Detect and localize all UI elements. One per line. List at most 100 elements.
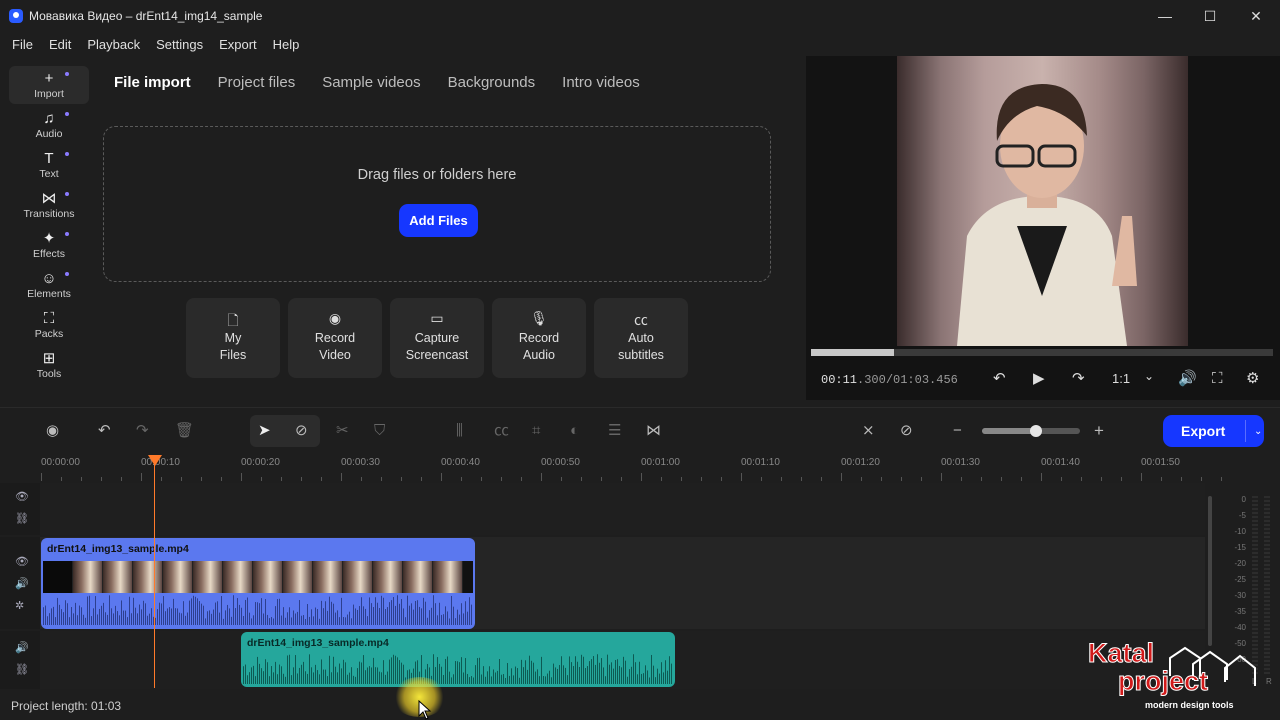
transitions-icon: ⋈ [41,190,57,207]
menu-edit[interactable]: Edit [41,37,79,52]
waveform-bar [263,613,264,625]
smiley-icon: ☺ [41,270,57,287]
sidebar-item-import[interactable]: + Import [9,66,89,104]
color-adjust-icon[interactable]: ◐ [570,422,579,440]
zoom-slider-handle[interactable] [1029,425,1042,437]
timeline-ruler[interactable]: 00:00:00 00:00:10 00:00:20 00:00:30 00:00:40… [0,453,1222,483]
eraser-tool-icon[interactable]: ⊘ [295,422,308,440]
chevron-down-icon[interactable]: ⌄ [1254,426,1262,437]
waveform-bar [281,666,282,684]
waveform-bar [313,616,314,625]
fullscreen-icon[interactable]: ⛶ [1212,369,1223,389]
ruler-tick [841,473,842,481]
sidebar-item-effects[interactable]: ✦ Effects [9,226,89,264]
waveform-bar [377,667,378,684]
export-button[interactable]: Export ⌄ [1163,415,1264,447]
waveform-bar [393,597,394,625]
capture-screencast-button[interactable]: ▭ Capture Screencast [390,298,484,378]
tab-project-files[interactable]: Project files [218,74,296,94]
waveform-bar [251,667,252,684]
waveform-bar [245,599,246,625]
ruler-tick [801,477,802,481]
zoom-in-icon[interactable]: + [1094,422,1104,440]
export-label: Export [1181,423,1226,439]
select-tool-icon[interactable]: ➤ [258,422,271,440]
play-icon[interactable]: ▶ [1033,369,1045,389]
minimize-button[interactable]: — [1142,0,1188,32]
menu-playback[interactable]: Playback [79,37,148,52]
captions-icon[interactable]: ㏄ [494,422,509,440]
scissors-icon[interactable]: ✂ [336,422,349,440]
settings-gear-icon[interactable]: ⚙ [1246,369,1259,389]
sliders-icon[interactable]: ☰ [608,422,621,440]
transition-icon[interactable]: ⋈ [646,422,661,440]
file-drop-zone[interactable]: Drag files or folders here Add Files [103,126,771,282]
auto-subtitles-button[interactable]: ㏄ Auto subtitles [594,298,688,378]
waveform-bar [85,617,86,625]
waveform-bar [613,668,614,684]
speaker-icon[interactable]: 🔊 [15,577,29,590]
tab-intro-videos[interactable]: Intro videos [562,74,640,94]
waveform-bar [597,654,598,684]
speaker-icon[interactable]: 🔊 [15,641,29,654]
sidebar-item-audio[interactable]: ♫ Audio [9,106,89,144]
ruler-tick [661,477,662,481]
ruler-tick [521,477,522,481]
my-files-button[interactable]: 🗋 My Files [186,298,280,378]
sidebar-item-label: Text [39,168,59,180]
undo-icon[interactable]: ↶ [993,369,1006,389]
menu-help[interactable]: Help [265,37,308,52]
menu-export[interactable]: Export [211,37,265,52]
clip-thumbnail [433,561,463,593]
tab-sample-videos[interactable]: Sample videos [322,74,420,94]
video-preview[interactable] [897,56,1188,346]
sidebar-item-transitions[interactable]: ⋈ Transitions [9,186,89,224]
crop-icon[interactable]: ⌗ [532,422,540,440]
overlay-track[interactable]: 👁 ⛓ [0,483,1205,535]
eye-icon[interactable]: 👁 [15,555,29,568]
unlink-icon[interactable]: ⊘ [900,422,913,440]
trash-icon[interactable]: 🗑 [175,422,194,440]
eye-icon[interactable]: 👁 [15,490,29,503]
volume-icon[interactable]: 🔊 [1178,369,1197,389]
effects-icon[interactable]: ✲ [15,599,24,612]
split-audio-icon[interactable]: ⫼ [456,422,463,440]
redo-icon[interactable]: ↷ [1072,369,1085,389]
playhead-line[interactable] [154,458,155,688]
waveform-bar [573,666,574,684]
ruler-tick [461,477,462,481]
video-clip[interactable]: drEnt14_img13_sample.mp4 [41,538,475,629]
tab-backgrounds[interactable]: Backgrounds [448,74,536,94]
sidebar-item-tools[interactable]: ⊞ Tools [9,346,89,384]
maximize-button[interactable]: ☐ [1187,0,1233,32]
redo-icon[interactable]: ↷ [136,422,149,440]
waveform-bar [261,668,262,684]
meter-scrollbar[interactable] [1208,496,1212,646]
sidebar-item-packs[interactable]: ⛶ Packs [9,306,89,344]
playhead-handle[interactable] [148,455,162,466]
menu-file[interactable]: File [4,37,41,52]
shield-icon[interactable]: ⛉ [374,422,385,440]
ruler-tick [861,477,862,481]
undo-icon[interactable]: ↶ [98,422,111,440]
aspect-ratio-selector[interactable]: 1:1 [1112,369,1130,389]
record-video-button[interactable]: ◉ Record Video [288,298,382,378]
record-icon[interactable]: ◉ [46,422,59,440]
record-audio-button[interactable]: 🎙 Record Audio [492,298,586,378]
waveform-bar [181,613,182,625]
source-label: Capture Screencast [405,331,469,362]
unlink-icon[interactable]: ⛓ [15,663,29,676]
menu-settings[interactable]: Settings [148,37,211,52]
sidebar-item-elements[interactable]: ☺ Elements [9,266,89,304]
mute-track-icon[interactable]: ⨯ [862,422,875,440]
waveform-bar [253,665,254,684]
close-button[interactable]: ✕ [1233,0,1279,32]
zoom-out-icon[interactable]: − [953,422,962,440]
audio-clip[interactable]: drEnt14_img13_sample.mp4 [241,632,675,687]
waveform-bar [661,662,662,684]
chevron-down-icon[interactable]: ⌄ [1144,366,1154,386]
link-icon[interactable]: ⛓ [15,512,29,525]
sidebar-item-text[interactable]: T Text [9,146,89,184]
tab-file-import[interactable]: File import [114,74,191,94]
add-files-button[interactable]: Add Files [399,204,478,237]
